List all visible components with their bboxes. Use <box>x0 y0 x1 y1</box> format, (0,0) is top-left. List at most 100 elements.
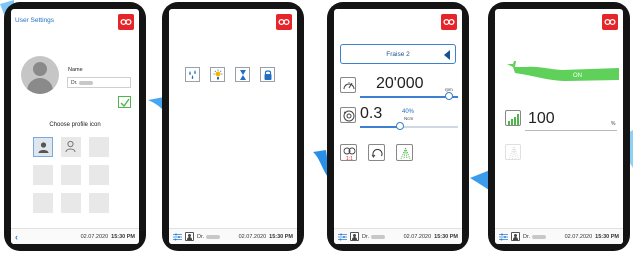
user-icon[interactable] <box>511 232 520 241</box>
screen-handpiece: ON 100 % Dr. 02.07.2020 15:30 PM <box>495 9 623 244</box>
time-text: 15:30 PM <box>595 233 619 240</box>
user-name: Dr. <box>523 233 531 240</box>
phone-user-settings: User Settings Name Dr. Choose profile ic… <box>4 2 146 251</box>
date-text: 02.07.2020 <box>564 233 593 240</box>
profile-icon-option[interactable] <box>61 193 81 213</box>
brand-logo <box>602 14 618 30</box>
confirm-button[interactable] <box>118 96 131 108</box>
speed-slider-track <box>360 96 458 98</box>
speed-control: 20'000 rpm <box>340 75 458 101</box>
settings-sliders-icon[interactable] <box>499 233 508 241</box>
signal-bars-icon <box>508 114 519 125</box>
status-bar: Dr. 02.07.2020 15:30 PM <box>169 228 297 244</box>
name-label: Name <box>68 67 83 73</box>
profile-avatar[interactable] <box>21 56 59 94</box>
timer-button[interactable] <box>235 67 250 82</box>
light-icon <box>213 69 223 80</box>
person-female-icon <box>65 140 76 153</box>
settings-sliders-icon[interactable] <box>173 233 182 241</box>
screen-instrument: Fraise 2 20'000 rpm 0.3 40% Ncm 1:1 Dr. … <box>334 9 462 244</box>
time-text: 15:30 PM <box>434 233 458 240</box>
name-value: Dr. <box>71 80 78 86</box>
check-icon <box>120 98 130 107</box>
date-text: 02.07.2020 <box>80 233 109 240</box>
user-icon[interactable] <box>350 232 359 241</box>
name-field[interactable]: Dr. <box>67 77 131 88</box>
handpiece-state: ON <box>573 73 582 79</box>
speed-value: 20'000 <box>376 75 424 92</box>
lock-button[interactable] <box>260 67 275 82</box>
status-bar: ‹ 02.07.2020 15:30 PM <box>11 228 139 244</box>
level-value: 100 <box>528 110 555 127</box>
water-button[interactable] <box>185 67 200 82</box>
spray-button[interactable] <box>396 144 413 161</box>
back-chevron-icon[interactable]: ‹ <box>15 232 18 242</box>
torque-icon <box>343 110 355 122</box>
profile-icon-option[interactable] <box>89 137 109 157</box>
phone-quick-settings: Dr. 02.07.2020 15:30 PM <box>162 2 304 251</box>
user-icon[interactable] <box>185 232 194 241</box>
phone-handpiece: ON 100 % Dr. 02.07.2020 15:30 PM <box>488 2 630 251</box>
profile-icon-option[interactable] <box>61 165 81 185</box>
screen-quick-settings: Dr. 02.07.2020 15:30 PM <box>169 9 297 244</box>
svg-text:1:1: 1:1 <box>346 156 353 161</box>
date-text: 02.07.2020 <box>403 233 432 240</box>
level-divider <box>525 130 617 131</box>
screen-user-settings: User Settings Name Dr. Choose profile ic… <box>11 9 139 244</box>
torque-value: 0.3 <box>360 105 383 122</box>
mode-buttons-row: 1:1 <box>340 144 413 161</box>
redacted-name <box>532 234 547 239</box>
level-unit: % <box>611 121 616 127</box>
spray-icon <box>508 146 520 160</box>
speedometer-icon <box>343 82 355 90</box>
profile-icon-option[interactable] <box>33 165 53 185</box>
speed-gauge-button[interactable] <box>340 77 356 93</box>
profile-icon-option-male[interactable] <box>33 137 53 157</box>
torque-unit: Ncm <box>404 116 414 121</box>
quick-settings-row <box>185 67 275 82</box>
light-button[interactable] <box>210 67 225 82</box>
gear-ratio-icon: 1:1 <box>343 147 356 161</box>
torque-slider-fill <box>360 126 400 128</box>
redacted-name <box>78 80 93 85</box>
triangle-left-icon <box>444 50 450 60</box>
rotation-button[interactable] <box>368 144 385 161</box>
speed-slider-knob[interactable] <box>445 92 453 100</box>
torque-button[interactable] <box>340 107 356 123</box>
brand-logo <box>441 14 457 30</box>
hourglass-icon <box>240 70 246 80</box>
profile-icon-grid <box>33 137 109 213</box>
tool-select-value: Fraise 2 <box>386 50 410 58</box>
page-title: User Settings <box>15 17 55 24</box>
time-text: 15:30 PM <box>111 233 135 240</box>
brand-logo <box>276 14 292 30</box>
status-bar: Dr. 02.07.2020 15:30 PM <box>334 228 462 244</box>
phone-instrument: Fraise 2 20'000 rpm 0.3 40% Ncm 1:1 Dr. … <box>327 2 469 251</box>
lock-icon <box>264 70 272 80</box>
brand-logo <box>118 14 134 30</box>
profile-icon-option-female[interactable] <box>61 137 81 157</box>
rotation-icon <box>371 148 383 158</box>
torque-percent: 40% <box>402 109 415 115</box>
person-icon <box>38 142 49 153</box>
ratio-button[interactable]: 1:1 <box>340 144 357 161</box>
user-name: Dr. <box>197 233 205 240</box>
redacted-name <box>206 234 221 239</box>
date-text: 02.07.2020 <box>238 233 267 240</box>
settings-sliders-icon[interactable] <box>338 233 347 241</box>
profile-icon-option[interactable] <box>33 193 53 213</box>
handpiece-icon[interactable] <box>507 61 619 87</box>
tool-select[interactable]: Fraise 2 <box>340 44 456 64</box>
choose-icon-label: Choose profile icon <box>49 122 101 128</box>
spray-button[interactable] <box>505 144 521 160</box>
time-text: 15:30 PM <box>269 233 293 240</box>
status-bar: Dr. 02.07.2020 15:30 PM <box>495 228 623 244</box>
profile-icon-option[interactable] <box>89 193 109 213</box>
torque-control: 0.3 40% Ncm <box>340 105 458 131</box>
level-button[interactable] <box>505 110 521 126</box>
water-drops-icon <box>189 70 196 79</box>
spray-icon <box>400 147 411 160</box>
profile-icon-option[interactable] <box>89 165 109 185</box>
user-name: Dr. <box>362 233 370 240</box>
torque-slider-knob[interactable] <box>396 122 404 130</box>
